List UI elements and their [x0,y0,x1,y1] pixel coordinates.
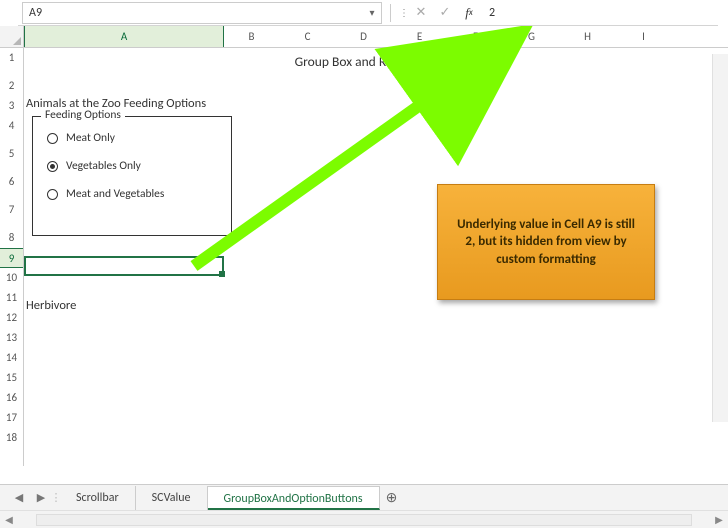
row-header[interactable]: 17 [0,408,23,428]
row-header[interactable]: 12 [0,308,23,328]
annotation-callout: Underlying value in Cell A9 is still 2, … [437,184,655,300]
row-header[interactable]: 16 [0,388,23,408]
option-vegetables-only[interactable]: Vegetables Only [47,159,231,173]
grid-wrap: A B C D E F G H I Group Box and Radio Bu… [24,26,728,466]
option-meat-only[interactable]: Meat Only [47,131,231,145]
row-header[interactable]: 8 [0,228,23,248]
scroll-right-icon[interactable]: ▶ [710,513,728,526]
option-label: Meat and Vegetables [66,187,164,201]
row-header[interactable]: 11 [0,288,23,308]
row-header-selected[interactable]: 9 [0,248,23,268]
tab-nav-next-icon[interactable]: ▶ [30,487,52,509]
option-label: Vegetables Only [66,159,141,173]
row-header[interactable]: 14 [0,348,23,368]
row-header[interactable]: 3 [0,96,23,116]
vertical-dots-icon: ⋮ [399,6,407,19]
selected-cell-outline[interactable] [24,256,224,276]
radio-icon [47,133,58,144]
column-header[interactable]: G [504,26,560,47]
callout-text: Underlying value in Cell A9 is still 2, … [452,216,640,269]
row-header[interactable]: 6 [0,172,23,200]
row-header[interactable]: 2 [0,76,23,96]
divider [390,4,391,22]
sheet-tab-scvalue[interactable]: SCValue [136,486,208,510]
row-header[interactable]: 13 [0,328,23,348]
cell-grid[interactable]: Group Box and Radio Buttons Animals at t… [24,48,728,466]
fill-handle[interactable] [219,271,225,277]
name-box[interactable]: A9 ▾ [22,2,382,24]
vertical-scrollbar[interactable] [712,54,728,422]
row-header[interactable]: 18 [0,428,23,448]
sheet-tab-groupbox[interactable]: GroupBoxAndOptionButtons [208,486,380,510]
new-sheet-icon[interactable]: ⊕ [380,489,404,506]
formula-input[interactable]: 2 [483,6,714,20]
column-header[interactable]: D [336,26,392,47]
row-header[interactable]: 7 [0,200,23,228]
merged-title-cell[interactable]: Group Box and Radio Buttons [24,48,726,76]
column-header[interactable]: E [392,26,448,47]
column-header[interactable]: H [560,26,616,47]
row-header[interactable]: 15 [0,368,23,388]
radio-icon [47,189,58,200]
row-header[interactable]: 4 [0,116,23,144]
column-header-selected[interactable]: A [24,26,224,47]
tab-nav-separator: ⋮ [52,487,60,509]
column-header[interactable]: B [224,26,280,47]
row-headers: 1 2 3 4 5 6 7 8 9 10 11 12 13 14 15 16 1… [0,26,24,466]
column-header[interactable]: F [448,26,504,47]
sheet-area: 1 2 3 4 5 6 7 8 9 10 11 12 13 14 15 16 1… [0,26,728,466]
row-header[interactable]: 1 [0,48,23,76]
horizontal-scrollbar[interactable]: ◀ ▶ [0,510,728,528]
scroll-track[interactable] [36,514,692,526]
column-header[interactable]: C [280,26,336,47]
cancel-formula-icon[interactable]: ✕ [411,3,431,23]
insert-function-icon[interactable]: fx [459,3,479,23]
column-headers: A B C D E F G H I [24,26,728,48]
formula-bar: A9 ▾ ⋮ ✕ ✓ fx 2 [18,0,718,26]
group-box-legend: Feeding Options [41,108,125,122]
sheet-tab-bar: ◀ ▶ ⋮ Scrollbar SCValue GroupBoxAndOptio… [0,484,728,510]
name-box-dropdown-icon[interactable]: ▾ [363,6,381,19]
option-label: Meat Only [66,131,115,145]
scroll-left-icon[interactable]: ◀ [0,513,18,526]
accept-formula-icon[interactable]: ✓ [435,3,455,23]
column-header[interactable]: I [616,26,672,47]
cell-a11[interactable]: Herbivore [26,298,76,313]
radio-icon-checked [47,161,58,172]
sheet-tab-scrollbar[interactable]: Scrollbar [60,486,136,510]
feeding-options-group-box: Feeding Options Meat Only Vegetables Onl… [32,116,232,236]
select-all-corner[interactable] [0,26,23,48]
row-header[interactable]: 5 [0,144,23,172]
row-header[interactable]: 10 [0,268,23,288]
option-meat-and-vegetables[interactable]: Meat and Vegetables [47,187,231,201]
name-box-value: A9 [23,6,363,20]
tab-nav-prev-icon[interactable]: ◀ [8,487,30,509]
